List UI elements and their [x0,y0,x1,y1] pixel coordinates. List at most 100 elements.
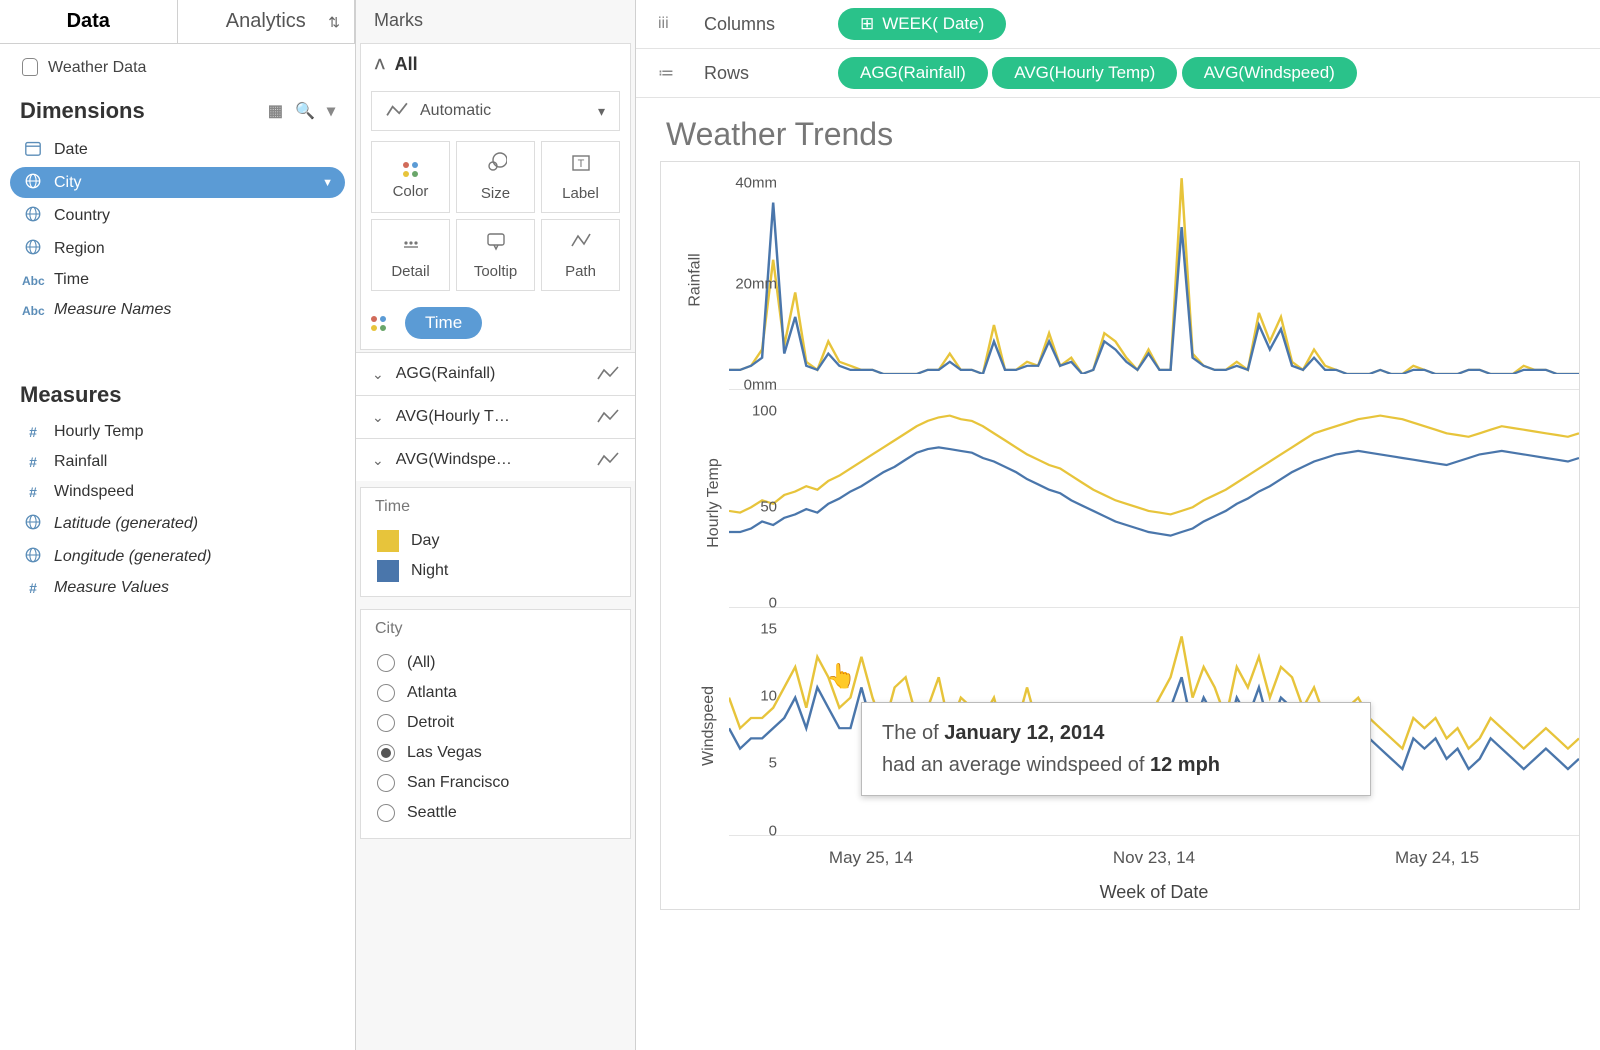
label-icon: T [570,152,592,179]
mark-card-tooltip[interactable]: Tooltip [456,219,535,291]
marks-title: Marks [356,0,635,41]
tab-analytics[interactable]: Analytics⇅ [178,0,356,43]
field-city[interactable]: City▼ [10,167,345,198]
field-country[interactable]: Country [10,200,345,231]
radio-icon [377,744,395,762]
mark-card-size[interactable]: Size [456,141,535,213]
chevron-down-icon: ⌄ [372,409,384,426]
y-tick: 40mm [735,175,777,192]
legend-item[interactable]: Night [375,556,616,586]
mark-card-label[interactable]: TLabel [541,141,620,213]
globe-icon [22,546,44,567]
tooltip-icon [485,230,507,257]
view-grid-icon[interactable]: ▦ [268,101,283,121]
legend-city-title: City [375,620,616,638]
field-rainfall[interactable]: #Rainfall [10,448,345,476]
radio-icon [377,654,395,672]
y-tick: 0mm [744,376,777,393]
field-latitude-generated-[interactable]: Latitude (generated) [10,508,345,539]
field-windspeed[interactable]: #Windspeed [10,478,345,506]
y-tick: 0 [769,822,777,839]
field-measure-names[interactable]: AbcMeasure Names [10,296,345,324]
color-swatch [377,530,399,552]
datasource-row[interactable]: Weather Data [0,44,355,92]
line-icon [597,451,619,469]
radio-icon [377,804,395,822]
city-option[interactable]: Las Vegas [375,738,616,768]
line-icon [597,365,619,383]
columns-label: Columns [704,14,814,35]
legend-time-title: Time [375,498,616,516]
shelf-pill[interactable]: AVG(Windspeed) [1182,57,1357,89]
mark-card-color[interactable]: Color [371,141,450,213]
field-hourly-temp[interactable]: #Hourly Temp [10,418,345,446]
city-option[interactable]: Atlanta [375,678,616,708]
city-option[interactable]: Detroit [375,708,616,738]
x-tick: May 24, 15 [1395,848,1479,868]
shelf-pill[interactable]: AVG(Hourly Temp) [992,57,1177,89]
city-option[interactable]: Seattle [375,798,616,828]
chevron-down-icon: ▼ [322,177,333,189]
line-icon [386,100,408,122]
y-axis-label: Rainfall [687,253,705,306]
field-longitude-generated-[interactable]: Longitude (generated) [10,541,345,572]
globe-icon [22,205,44,226]
x-axis-title: Week of Date [729,868,1579,909]
chevron-down-icon: ▾ [598,103,605,120]
hash-icon: # [22,454,44,470]
hash-icon: # [22,580,44,596]
path-icon [570,230,592,257]
menu-caret-icon[interactable]: ▾ [327,101,335,121]
y-axis-label: Windspeed [700,685,718,765]
x-tick: May 25, 14 [829,848,913,868]
chart-title: Weather Trends [666,116,1580,153]
tab-data[interactable]: Data [0,0,178,43]
marks-row[interactable]: ⌄AVG(Windspe… [356,438,635,481]
abc-icon: Abc [22,272,44,288]
mark-card-path[interactable]: Path [541,219,620,291]
dimensions-title: Dimensions [20,98,145,124]
globe-icon [22,238,44,259]
color-swatch [377,560,399,582]
shelf-pill[interactable]: ⊞WEEK( Date) [838,8,1006,40]
radio-icon [377,684,395,702]
field-region[interactable]: Region [10,233,345,264]
line-icon [597,408,619,426]
x-tick: Nov 23, 14 [1113,848,1195,868]
rows-icon: ≔ [658,63,680,83]
y-axis-label: Hourly Temp [705,458,723,548]
field-date[interactable]: Date [10,134,345,165]
y-tick: 10 [760,688,777,705]
y-tick: 5 [769,755,777,772]
y-tick: 20mm [735,275,777,292]
abc-icon: Abc [22,302,44,318]
mark-card-detail[interactable]: Detail [371,219,450,291]
y-tick: 50 [760,498,777,515]
color-shelf-pill[interactable]: Time [361,301,630,349]
field-measure-values[interactable]: #Measure Values [10,574,345,602]
city-option[interactable]: San Francisco [375,768,616,798]
chart-temp[interactable] [729,398,1579,592]
mark-type-select[interactable]: Automatic ▾ [371,91,620,131]
globe-icon [22,172,44,193]
chart-rainfall[interactable] [729,170,1579,374]
marks-row[interactable]: ⌄AGG(Rainfall) [356,352,635,395]
radio-icon [377,774,395,792]
calendar-icon [22,139,44,160]
legend-item[interactable]: Day [375,526,616,556]
marks-all-toggle[interactable]: ᐱ All [361,44,630,85]
color-dots-icon [371,316,395,331]
plus-icon: ⊞ [860,14,874,34]
globe-icon [22,513,44,534]
shelf-pill[interactable]: AGG(Rainfall) [838,57,988,89]
color-icon [403,155,418,177]
rows-label: Rows [704,63,814,84]
search-icon[interactable]: 🔍 [295,101,315,121]
marks-row[interactable]: ⌄AVG(Hourly T… [356,395,635,438]
hash-icon: # [22,484,44,500]
city-option[interactable]: (All) [375,648,616,678]
y-tick: 0 [769,594,777,611]
detail-icon [400,230,422,257]
measures-title: Measures [20,382,122,408]
field-time[interactable]: AbcTime [10,266,345,294]
